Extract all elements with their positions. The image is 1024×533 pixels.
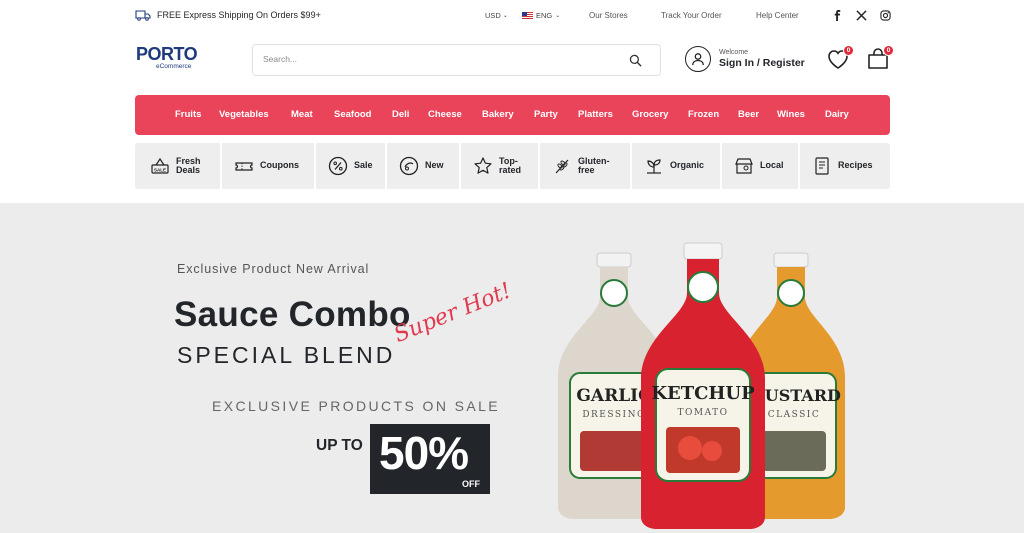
divider: [720, 143, 722, 189]
language-label: ENG: [536, 11, 553, 20]
account-link[interactable]: Welcome Sign In / Register: [685, 46, 805, 72]
cart-button[interactable]: 0: [866, 45, 894, 70]
cart-count-badge: 0: [883, 45, 894, 56]
category-cheese[interactable]: Cheese: [428, 109, 462, 120]
divider: [538, 143, 540, 189]
classic-label: CLASSIC: [768, 410, 820, 420]
feature-fresh-deals[interactable]: SALE Fresh Deals: [150, 143, 206, 189]
category-party[interactable]: Party: [534, 109, 558, 120]
site-logo[interactable]: PORTO eCommerce: [136, 44, 198, 70]
divider: [459, 143, 461, 189]
feature-recipes[interactable]: Recipes: [812, 143, 873, 189]
currency-label: USD: [485, 11, 501, 20]
coupon-icon: [235, 162, 253, 171]
sauce-bottles-image: GARLIC DRESSING MUSTARD CLASSIC KETCHUP …: [558, 242, 845, 529]
search-box: [252, 44, 661, 76]
category-wines[interactable]: Wines: [777, 109, 805, 120]
feature-gluten-free[interactable]: Gluten-free: [552, 143, 616, 189]
feature-label: Local: [760, 160, 784, 171]
recipe-book-icon: [815, 157, 829, 175]
language-select[interactable]: ENG ⌄: [522, 11, 560, 20]
track-order-link[interactable]: Track Your Order: [661, 11, 722, 20]
star-icon: [474, 157, 492, 174]
sale-tag-icon: SALE: [151, 157, 169, 174]
category-vegetables[interactable]: Vegetables: [219, 109, 269, 120]
facebook-icon[interactable]: [830, 8, 844, 22]
feature-nav: SALE Fresh Deals Coupons Sale New Top-ra…: [135, 143, 890, 189]
discount-percent: 50%: [379, 427, 469, 479]
store-location-icon: [735, 158, 753, 174]
category-frozen[interactable]: Frozen: [688, 109, 719, 120]
user-icon: [685, 46, 711, 72]
feature-label: Gluten-free: [578, 155, 610, 175]
chevron-down-icon: ⌄: [555, 13, 561, 19]
wishlist-button[interactable]: 0: [826, 45, 854, 70]
dressing-label: DRESSING: [582, 410, 645, 420]
wheat-icon: [555, 159, 569, 174]
category-seafood[interactable]: Seafood: [334, 109, 371, 120]
search-input[interactable]: [263, 54, 603, 64]
us-flag-icon: [522, 12, 533, 19]
x-twitter-icon[interactable]: [854, 8, 868, 22]
category-platters[interactable]: Platters: [578, 109, 613, 120]
discount-box: 50% OFF: [370, 424, 490, 494]
category-beer[interactable]: Beer: [738, 109, 759, 120]
feature-label: Sale: [354, 160, 373, 171]
category-meat[interactable]: Meat: [291, 109, 313, 120]
divider: [314, 143, 316, 189]
svg-text:SALE: SALE: [154, 167, 166, 172]
category-fruits[interactable]: Fruits: [175, 109, 201, 120]
hero-upto: UP TO: [316, 437, 363, 454]
logo-text: PORTO: [136, 44, 198, 64]
feature-label: Organic: [670, 160, 705, 171]
new-badge-icon: [399, 156, 419, 176]
truck-icon: [135, 10, 151, 21]
hero-subtitle: SPECIAL BLEND: [177, 342, 396, 368]
help-center-link[interactable]: Help Center: [756, 11, 799, 20]
feature-label: Recipes: [838, 160, 873, 171]
wishlist-count-badge: 0: [843, 45, 854, 56]
shipping-text: FREE Express Shipping On Orders $99+: [157, 10, 321, 20]
ketchup-bottle: KETCHUP TOMATO: [641, 242, 765, 529]
top-bar: FREE Express Shipping On Orders $99+ USD…: [0, 0, 1024, 32]
hero-kicker: Exclusive Product New Arrival: [177, 262, 370, 276]
feature-organic[interactable]: Organic: [644, 143, 704, 189]
divider: [798, 143, 800, 189]
garlic-label: GARLIC: [576, 386, 651, 406]
shipping-notice: FREE Express Shipping On Orders $99+: [135, 9, 321, 21]
category-deli[interactable]: Deli: [392, 109, 409, 120]
currency-select[interactable]: USD ⌄: [485, 11, 508, 20]
feature-label: New: [425, 160, 444, 171]
category-bakery[interactable]: Bakery: [482, 109, 514, 120]
divider: [220, 143, 222, 189]
signin-register-link[interactable]: Sign In / Register: [719, 57, 805, 69]
search-icon[interactable]: [629, 54, 642, 67]
logo-subtext: eCommerce: [156, 63, 192, 70]
hero-banner[interactable]: Exclusive Product New Arrival Sauce Comb…: [0, 203, 1024, 533]
feature-new[interactable]: New: [399, 143, 444, 189]
feature-label: Top-rated: [499, 155, 522, 175]
our-stores-link[interactable]: Our Stores: [589, 11, 628, 20]
category-grocery[interactable]: Grocery: [632, 109, 668, 120]
category-dairy[interactable]: Dairy: [825, 109, 849, 120]
tomato-label: TOMATO: [678, 408, 729, 418]
percent-icon: [328, 156, 348, 176]
ketchup-label: KETCHUP: [651, 383, 755, 404]
chevron-down-icon: ⌄: [502, 13, 508, 19]
feature-sale[interactable]: Sale: [328, 143, 373, 189]
feature-label: Fresh Deals: [176, 155, 201, 175]
divider: [630, 143, 632, 189]
hero-sale-line: EXCLUSIVE PRODUCTS ON SALE: [212, 398, 501, 414]
feature-coupons[interactable]: Coupons: [234, 143, 299, 189]
feature-local[interactable]: Local: [734, 143, 784, 189]
feature-top-rated[interactable]: Top-rated: [473, 143, 527, 189]
hero-title: Sauce Combo: [174, 295, 411, 334]
plant-icon: [647, 159, 661, 174]
welcome-text: Welcome: [719, 49, 749, 56]
discount-off: OFF: [462, 479, 480, 489]
instagram-icon[interactable]: [878, 8, 892, 22]
category-nav: Fruits Vegetables Meat Seafood Deli Chee…: [135, 95, 890, 135]
divider: [385, 143, 387, 189]
feature-label: Coupons: [260, 160, 299, 171]
